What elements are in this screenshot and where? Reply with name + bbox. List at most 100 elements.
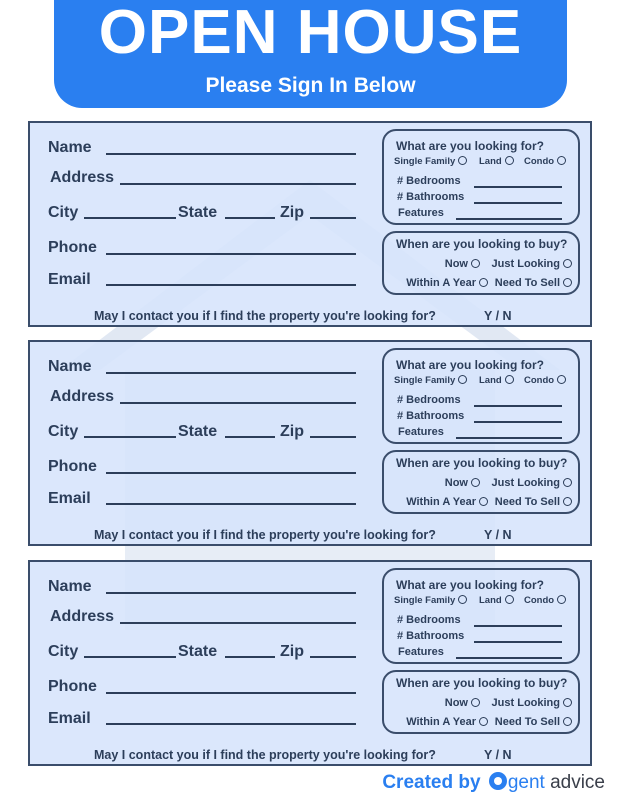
state-field[interactable] <box>225 656 275 658</box>
radio-circle-icon[interactable] <box>479 717 488 726</box>
city-field[interactable] <box>84 436 176 438</box>
option-just-looking[interactable]: Just Looking <box>492 258 572 270</box>
looking-for-box: What are you looking for? Single Family … <box>382 129 580 225</box>
bedrooms-field[interactable] <box>474 186 562 188</box>
state-label: State <box>178 643 218 660</box>
option-just-looking[interactable]: Just Looking <box>492 697 572 709</box>
address-field[interactable] <box>120 402 356 404</box>
radio-circle-icon[interactable] <box>504 595 514 604</box>
radio-circle-icon[interactable] <box>504 156 514 165</box>
phone-field[interactable] <box>106 253 356 255</box>
option-now[interactable]: Now <box>445 258 480 270</box>
radio-circle-icon[interactable] <box>557 375 567 384</box>
radio-circle-icon[interactable] <box>471 259 480 268</box>
city-field[interactable] <box>84 217 176 219</box>
radio-circle-icon[interactable] <box>458 156 468 165</box>
contact-answer-yn[interactable]: Y / N <box>484 528 512 542</box>
bedrooms-field[interactable] <box>474 625 562 627</box>
features-field[interactable] <box>456 657 562 659</box>
radio-circle-icon[interactable] <box>563 259 572 268</box>
option-just-looking[interactable]: Just Looking <box>492 477 572 489</box>
contact-answer-yn[interactable]: Y / N <box>484 309 512 323</box>
features-field[interactable] <box>456 218 562 220</box>
features-label: Features <box>398 426 444 438</box>
looking-for-box: What are you looking for? Single Family … <box>382 348 580 444</box>
option-need-to-sell[interactable]: Need To Sell <box>495 277 572 289</box>
option-within-a-year[interactable]: Within A Year <box>406 496 488 508</box>
option-label: Land <box>479 375 502 386</box>
radio-circle-icon[interactable] <box>504 375 514 384</box>
option-single-family[interactable]: Single Family <box>394 156 468 168</box>
page-subtitle: Please Sign In Below <box>205 74 416 97</box>
radio-circle-icon[interactable] <box>563 717 572 726</box>
zip-field[interactable] <box>310 217 356 219</box>
address-field[interactable] <box>120 622 356 624</box>
agent-advice-logo-icon <box>488 772 507 790</box>
when-to-buy-box: When are you looking to buy? Now Just Lo… <box>382 450 580 514</box>
radio-circle-icon[interactable] <box>563 497 572 506</box>
city-label: City <box>48 204 79 221</box>
option-label: Need To Sell <box>494 716 560 728</box>
option-land[interactable]: Land <box>479 375 514 387</box>
option-within-a-year[interactable]: Within A Year <box>406 716 488 728</box>
state-field[interactable] <box>225 217 275 219</box>
city-field[interactable] <box>84 656 176 658</box>
email-field[interactable] <box>106 723 356 725</box>
bathrooms-field[interactable] <box>474 641 562 643</box>
state-field[interactable] <box>225 436 275 438</box>
option-land[interactable]: Land <box>479 156 514 168</box>
option-label: Single Family <box>394 156 456 167</box>
address-field[interactable] <box>120 183 356 185</box>
radio-circle-icon[interactable] <box>479 497 488 506</box>
radio-circle-icon[interactable] <box>563 698 572 707</box>
name-field[interactable] <box>106 372 356 374</box>
option-need-to-sell[interactable]: Need To Sell <box>495 496 572 508</box>
bedrooms-label: # Bedrooms <box>397 175 461 187</box>
zip-field[interactable] <box>310 436 356 438</box>
email-label: Email <box>48 271 91 288</box>
bathrooms-label: # Bathrooms <box>397 630 465 642</box>
option-label: Condo <box>524 595 555 606</box>
email-field[interactable] <box>106 503 356 505</box>
radio-circle-icon[interactable] <box>557 156 567 165</box>
phone-field[interactable] <box>106 692 356 694</box>
radio-circle-icon[interactable] <box>471 478 480 487</box>
bedrooms-field[interactable] <box>474 405 562 407</box>
radio-circle-icon[interactable] <box>458 375 468 384</box>
footer-credit: Created by gent advice <box>382 772 605 794</box>
option-within-a-year[interactable]: Within A Year <box>406 277 488 289</box>
option-single-family[interactable]: Single Family <box>394 595 468 607</box>
radio-circle-icon[interactable] <box>557 595 567 604</box>
zip-field[interactable] <box>310 656 356 658</box>
name-field[interactable] <box>106 592 356 594</box>
option-land[interactable]: Land <box>479 595 514 607</box>
contact-answer-yn[interactable]: Y / N <box>484 748 512 762</box>
radio-circle-icon[interactable] <box>563 278 572 287</box>
option-condo[interactable]: Condo <box>524 156 567 168</box>
footer-prefix: Created by <box>382 772 481 793</box>
option-need-to-sell[interactable]: Need To Sell <box>495 716 572 728</box>
bathrooms-field[interactable] <box>474 421 562 423</box>
radio-circle-icon[interactable] <box>458 595 468 604</box>
option-now[interactable]: Now <box>445 697 480 709</box>
name-label: Name <box>48 358 92 375</box>
contact-question: May I contact you if I find the property… <box>94 528 436 542</box>
phone-field[interactable] <box>106 472 356 474</box>
when-to-buy-heading: When are you looking to buy? <box>396 237 568 251</box>
radio-circle-icon[interactable] <box>471 698 480 707</box>
name-field[interactable] <box>106 153 356 155</box>
option-label: Just Looking <box>491 258 560 270</box>
option-condo[interactable]: Condo <box>524 595 567 607</box>
option-condo[interactable]: Condo <box>524 375 567 387</box>
option-single-family[interactable]: Single Family <box>394 375 468 387</box>
state-label: State <box>178 204 218 221</box>
features-field[interactable] <box>456 437 562 439</box>
bathrooms-field[interactable] <box>474 202 562 204</box>
radio-circle-icon[interactable] <box>563 478 572 487</box>
option-now[interactable]: Now <box>445 477 480 489</box>
name-label: Name <box>48 578 92 595</box>
phone-label: Phone <box>48 239 97 256</box>
bedrooms-label: # Bedrooms <box>397 394 461 406</box>
radio-circle-icon[interactable] <box>479 278 488 287</box>
email-field[interactable] <box>106 284 356 286</box>
